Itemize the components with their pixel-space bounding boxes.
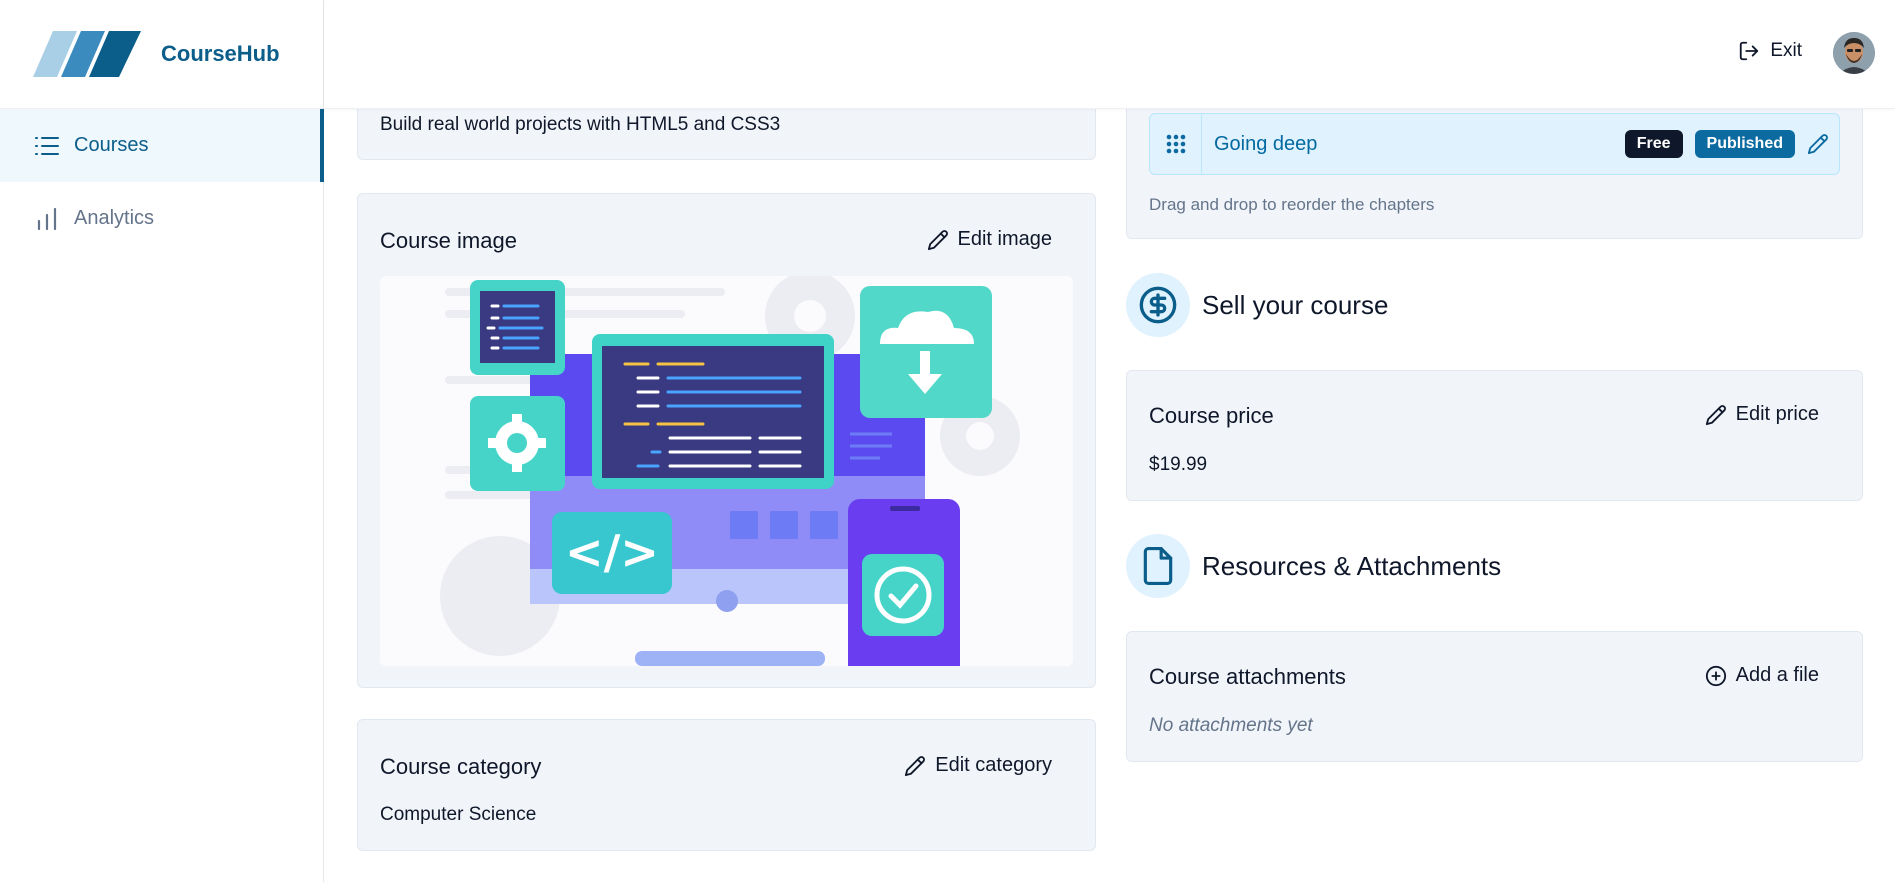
category-card-title: Course category [380,754,542,779]
course-image: </> [380,276,1073,666]
logout-icon [1740,41,1759,61]
edit-category-button[interactable]: Edit category [904,754,1052,777]
add-file-label: Add a file [1735,664,1819,686]
drag-handle-icon[interactable] [1150,114,1202,174]
exit-button[interactable]: Exit [1738,40,1802,62]
sell-section-title: Sell your course [1202,289,1389,320]
attachments-card: Course attachments Add a file No attachm… [1126,631,1863,762]
edit-category-label: Edit category [935,754,1052,776]
reorder-hint: Drag and drop to reorder the chapters [1149,195,1435,214]
sidebar-item-label: Courses [74,134,149,156]
chapters-card: Going deep Free Published Drag and drop … [1126,99,1863,239]
edit-price-label: Edit price [1735,403,1819,425]
category-value: Computer Science [380,804,537,825]
edit-chapter-button[interactable] [1807,133,1829,155]
published-badge: Published [1694,130,1795,158]
logo-icon [33,31,141,77]
avatar[interactable] [1833,32,1875,74]
price-card: Course price Edit price $19.99 [1126,370,1863,501]
add-file-button[interactable]: Add a file [1705,664,1819,687]
sidebar-item-courses[interactable]: Courses [0,109,324,182]
resources-section-header: Resources & Attachments [1126,534,1501,598]
sidebar: CourseHub Courses Analytics [0,0,324,882]
list-icon [34,133,60,159]
chapter-title: Going deep [1214,132,1318,155]
svg-text:</>: </> [565,525,659,579]
edit-image-button[interactable]: Edit image [927,228,1053,251]
course-description: Build real world projects with HTML5 and… [380,114,781,135]
attachments-empty-text: No attachments yet [1149,715,1313,736]
top-header: Exit [324,0,1895,109]
category-card: Course category Edit category Computer S… [357,719,1096,851]
free-badge: Free [1624,130,1683,158]
sell-section-header: Sell your course [1126,273,1388,337]
bar-chart-icon [34,206,60,232]
pencil-icon [905,755,926,776]
pencil-icon [1807,134,1828,155]
logo[interactable]: CourseHub [0,0,323,109]
dollar-circle-icon [1126,273,1190,337]
pencil-icon [927,229,948,250]
edit-image-label: Edit image [957,228,1053,250]
sidebar-item-analytics[interactable]: Analytics [0,182,323,255]
attachments-card-title: Course attachments [1149,664,1346,689]
app-name: CourseHub [161,41,280,66]
edit-price-button[interactable]: Edit price [1705,403,1819,426]
image-card-title: Course image [380,228,517,253]
file-icon [1126,534,1190,598]
chapter-item[interactable]: Going deep Free Published [1149,113,1840,175]
plus-circle-icon [1705,665,1726,686]
exit-label: Exit [1770,40,1802,61]
resources-section-title: Resources & Attachments [1202,550,1502,581]
image-card: Course image Edit image </> [357,193,1096,688]
pencil-icon [1705,404,1726,425]
main-content: Build real world projects with HTML5 and… [324,99,1895,882]
price-card-title: Course price [1149,403,1274,428]
price-value: $19.99 [1149,454,1208,475]
sidebar-item-label: Analytics [74,207,155,229]
